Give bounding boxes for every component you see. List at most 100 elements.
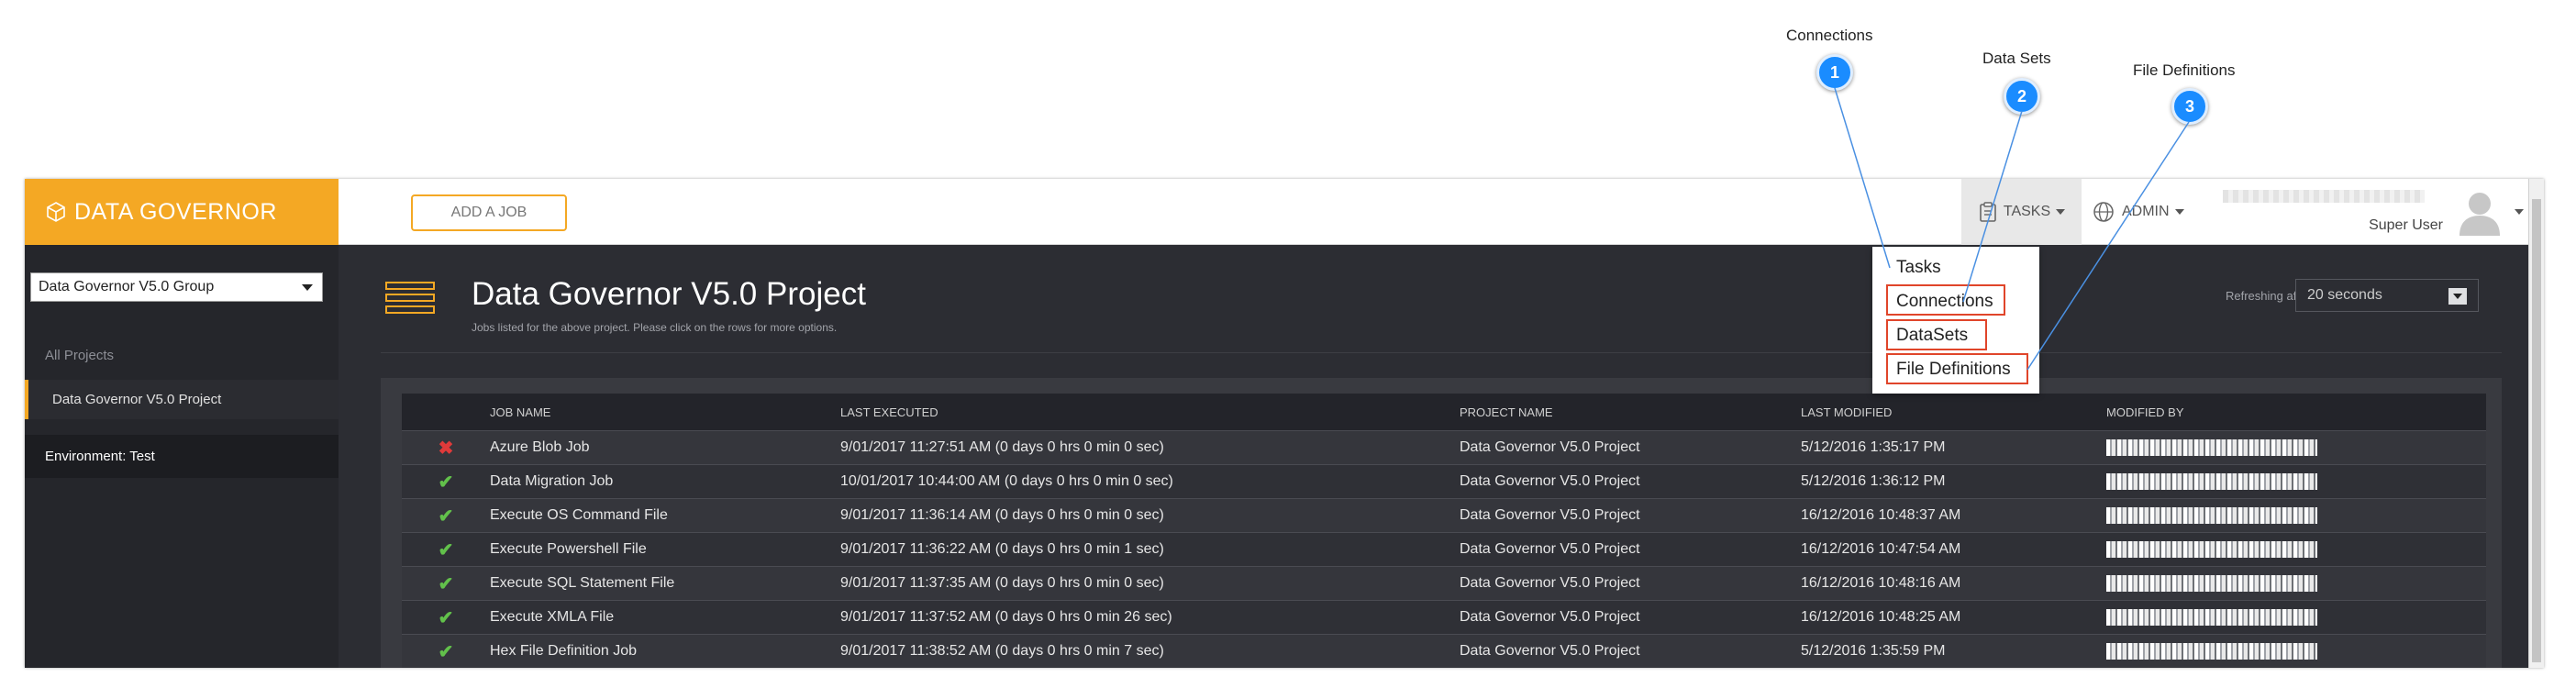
tasks-menu-button[interactable]: TASKS <box>1961 179 2082 245</box>
column-header-modified-by[interactable]: MODIFIED BY <box>2106 394 2486 431</box>
all-projects-label: All Projects <box>45 348 115 363</box>
menu-item-tasks[interactable]: Tasks <box>1896 258 1941 278</box>
table-header-row: JOB NAME LAST EXECUTED PROJECT NAME LAST… <box>402 394 2486 431</box>
clipboard-icon <box>1978 201 1998 223</box>
modified-by-redacted <box>2106 540 2317 558</box>
project-list-icon <box>385 282 439 324</box>
cube-icon <box>45 201 67 223</box>
check-icon: ✔ <box>438 607 454 628</box>
menu-item-datasets[interactable]: DataSets <box>1896 326 1968 346</box>
job-name: Azure Blob Job <box>490 430 840 465</box>
last-executed: 9/01/2017 11:27:51 AM (0 days 0 hrs 0 mi… <box>840 430 1460 465</box>
group-select[interactable]: Data Governor V5.0 Group <box>30 272 323 302</box>
brand-logo[interactable]: DATA GOVERNOR <box>25 179 339 245</box>
app-window: DATA GOVERNOR ADD A JOB TASKS ADMIN Supe… <box>25 179 2544 668</box>
main-content: Data Governor V5.0 Project Jobs listed f… <box>339 245 2544 668</box>
column-header-job-name[interactable]: JOB NAME <box>490 394 840 431</box>
job-name: Execute Powershell File <box>490 532 840 567</box>
column-header-last-modified[interactable]: LAST MODIFIED <box>1801 394 2106 431</box>
menu-item-connections[interactable]: Connections <box>1896 292 1993 312</box>
job-name: Data Migration Job <box>490 464 840 499</box>
last-executed: 9/01/2017 11:36:14 AM (0 days 0 hrs 0 mi… <box>840 498 1460 533</box>
table-row[interactable]: ✔ Hex File Definition Job 9/01/2017 11:3… <box>402 634 2486 668</box>
page-title: Data Governor V5.0 Project <box>472 276 866 312</box>
last-modified: 5/12/2016 1:35:17 PM <box>1801 430 2106 465</box>
modified-by-redacted <box>2106 574 2317 592</box>
modified-by-redacted <box>2106 438 2317 456</box>
last-executed: 9/01/2017 11:37:35 AM (0 days 0 hrs 0 mi… <box>840 566 1460 601</box>
project-name: Data Governor V5.0 Project <box>1460 498 1801 533</box>
callout-marker-1: 1 <box>1816 54 1853 91</box>
last-modified: 5/12/2016 1:36:12 PM <box>1801 464 2106 499</box>
sidebar-item-project[interactable]: Data Governor V5.0 Project <box>25 380 339 419</box>
environment-label: Environment: Test <box>25 435 339 478</box>
chevron-down-icon <box>2056 209 2066 215</box>
project-name: Data Governor V5.0 Project <box>1460 532 1801 567</box>
chevron-down-icon <box>2174 209 2184 215</box>
table-row[interactable]: ✔ Data Migration Job 10/01/2017 10:44:00… <box>402 464 2486 499</box>
last-modified: 16/12/2016 10:47:54 AM <box>1801 532 2106 567</box>
project-name: Data Governor V5.0 Project <box>1460 464 1801 499</box>
last-modified: 16/12/2016 10:48:16 AM <box>1801 566 2106 601</box>
check-icon: ✔ <box>438 573 454 594</box>
user-menu[interactable]: Super User <box>2369 184 2524 239</box>
refresh-interval-select[interactable]: 20 seconds <box>2295 279 2479 312</box>
last-modified: 5/12/2016 1:35:59 PM <box>1801 634 2106 668</box>
page-subtitle: Jobs listed for the above project. Pleas… <box>472 321 838 334</box>
avatar-icon <box>2456 188 2504 236</box>
callout-marker-2: 2 <box>2004 78 2040 115</box>
chevron-down-icon <box>2448 288 2467 305</box>
add-job-button[interactable]: ADD A JOB <box>411 194 567 231</box>
last-executed: 9/01/2017 11:37:52 AM (0 days 0 hrs 0 mi… <box>840 600 1460 635</box>
admin-menu-label: ADMIN <box>2122 204 2170 219</box>
table-row[interactable]: ✔ Execute XMLA File 9/01/2017 11:37:52 A… <box>402 600 2486 635</box>
modified-by-redacted <box>2106 506 2317 524</box>
last-executed: 9/01/2017 11:36:22 AM (0 days 0 hrs 0 mi… <box>840 532 1460 567</box>
job-name: Hex File Definition Job <box>490 634 840 668</box>
group-select-value: Data Governor V5.0 Group <box>39 279 215 294</box>
column-header-project-name[interactable]: PROJECT NAME <box>1460 394 1801 431</box>
table-row[interactable]: ✖ Azure Blob Job 9/01/2017 11:27:51 AM (… <box>402 430 2486 465</box>
project-name: Data Governor V5.0 Project <box>1460 430 1801 465</box>
refresh-interval-value: 20 seconds <box>2307 287 2382 303</box>
brand-name: DATA GOVERNOR <box>74 198 277 225</box>
job-name: Execute XMLA File <box>490 600 840 635</box>
chevron-down-icon <box>2515 209 2524 215</box>
project-name: Data Governor V5.0 Project <box>1460 634 1801 668</box>
check-icon: ✔ <box>438 539 454 560</box>
last-modified: 16/12/2016 10:48:25 AM <box>1801 600 2106 635</box>
tasks-menu-label: TASKS <box>2003 204 2051 219</box>
callout-marker-3: 3 <box>2171 88 2208 125</box>
job-name: Execute OS Command File <box>490 498 840 533</box>
modified-by-redacted <box>2106 608 2317 626</box>
page-scrollbar[interactable] <box>2528 179 2544 668</box>
last-executed: 10/01/2017 10:44:00 AM (0 days 0 hrs 0 m… <box>840 464 1460 499</box>
job-name: Execute SQL Statement File <box>490 566 840 601</box>
cross-icon: ✖ <box>438 438 454 459</box>
check-icon: ✔ <box>438 505 454 527</box>
admin-menu-button[interactable]: ADMIN <box>2093 179 2184 245</box>
callout-label-connections: Connections <box>1786 27 1873 44</box>
column-header-last-executed[interactable]: LAST EXECUTED <box>840 394 1460 431</box>
modified-by-redacted <box>2106 472 2317 490</box>
callout-label-file-definitions: File Definitions <box>2133 61 2236 79</box>
table-row[interactable]: ✔ Execute OS Command File 9/01/2017 11:3… <box>402 498 2486 533</box>
scrollbar-thumb[interactable] <box>2532 199 2541 662</box>
table-row[interactable]: ✔ Execute Powershell File 9/01/2017 11:3… <box>402 532 2486 567</box>
callout-label-data-sets: Data Sets <box>1982 50 2051 67</box>
divider <box>381 352 2502 353</box>
user-role: Super User <box>2369 217 2443 233</box>
top-bar: ADD A JOB TASKS ADMIN Super User <box>339 179 2544 245</box>
tasks-dropdown-menu: Tasks Connections DataSets File Definiti… <box>1872 247 2039 394</box>
project-name: Data Governor V5.0 Project <box>1460 566 1801 601</box>
check-icon: ✔ <box>438 472 454 493</box>
column-header-status <box>402 394 490 431</box>
check-icon: ✔ <box>438 641 454 662</box>
jobs-table: JOB NAME LAST EXECUTED PROJECT NAME LAST… <box>402 394 2486 668</box>
jobs-panel: JOB NAME LAST EXECUTED PROJECT NAME LAST… <box>381 378 2502 668</box>
table-row[interactable]: ✔ Execute SQL Statement File 9/01/2017 1… <box>402 566 2486 601</box>
modified-by-redacted <box>2106 642 2317 660</box>
chevron-down-icon <box>302 284 313 291</box>
menu-item-file-definitions[interactable]: File Definitions <box>1896 360 2011 380</box>
globe-icon <box>2093 201 2115 223</box>
